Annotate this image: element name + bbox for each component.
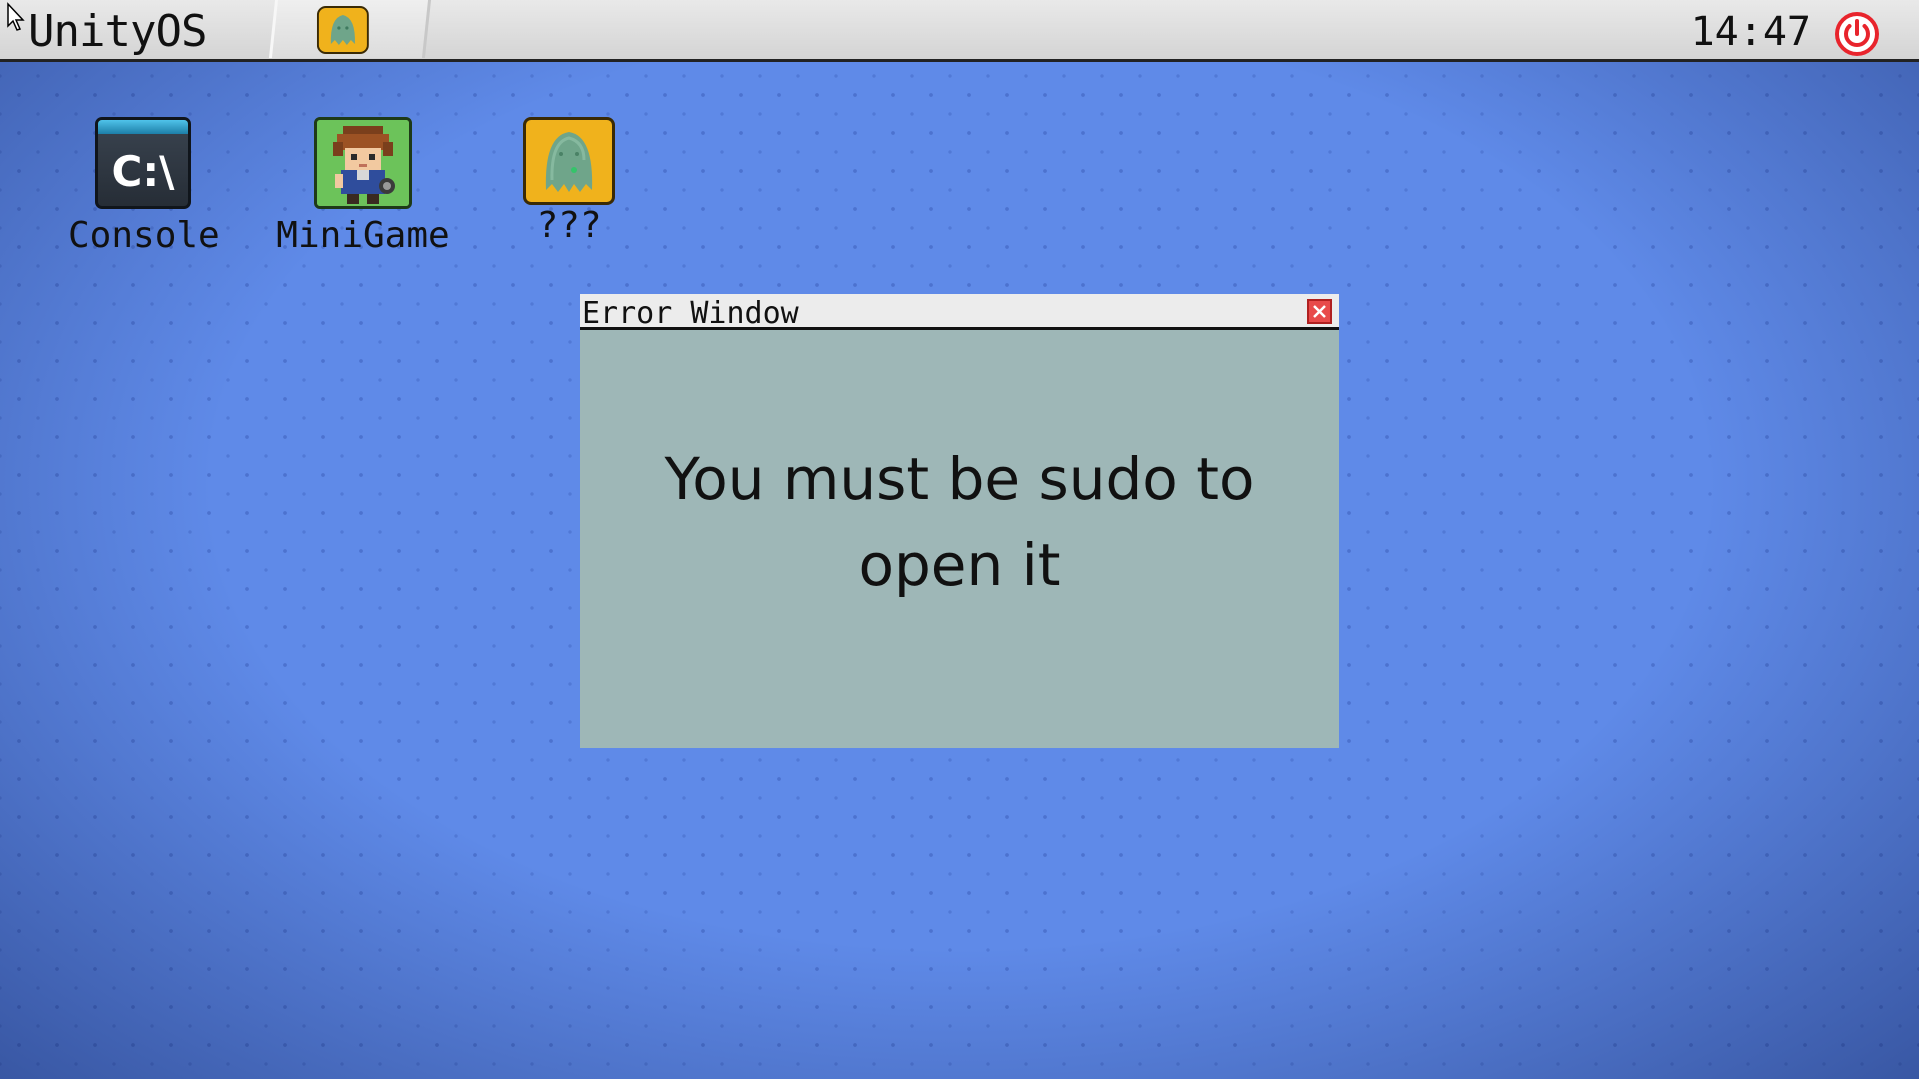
mouse-pointer-icon <box>7 2 25 31</box>
error-message: You must be sudo to open it <box>664 445 1255 599</box>
os-title: UnityOS <box>28 6 207 57</box>
error-window-title: Error Window <box>582 296 799 331</box>
desktop-icon-label: Console <box>68 215 220 256</box>
desktop-icon-console[interactable]: C:\ Console <box>68 117 220 256</box>
desktop-icon-unknown[interactable]: ??? <box>509 117 629 246</box>
error-window-titlebar[interactable]: Error Window <box>580 294 1339 331</box>
taskbar: UnityOS 14:47 <box>0 0 1919 62</box>
error-window: Error Window You must be sudo to open it <box>580 294 1339 748</box>
desktop-icon-label: ??? <box>536 205 602 246</box>
console-icon: C:\ <box>95 117 191 209</box>
power-icon[interactable] <box>1835 12 1879 56</box>
close-icon <box>1313 305 1326 318</box>
ghost-icon <box>316 6 369 54</box>
ghost-icon <box>523 117 615 205</box>
close-button[interactable] <box>1307 299 1332 324</box>
taskbar-running-app-tab[interactable] <box>268 0 432 58</box>
desktop-icon-label: MiniGame <box>276 215 450 256</box>
clock: 14:47 <box>1690 9 1811 55</box>
pixel-character-icon <box>314 117 412 209</box>
desktop-icon-minigame[interactable]: MiniGame <box>268 117 458 256</box>
